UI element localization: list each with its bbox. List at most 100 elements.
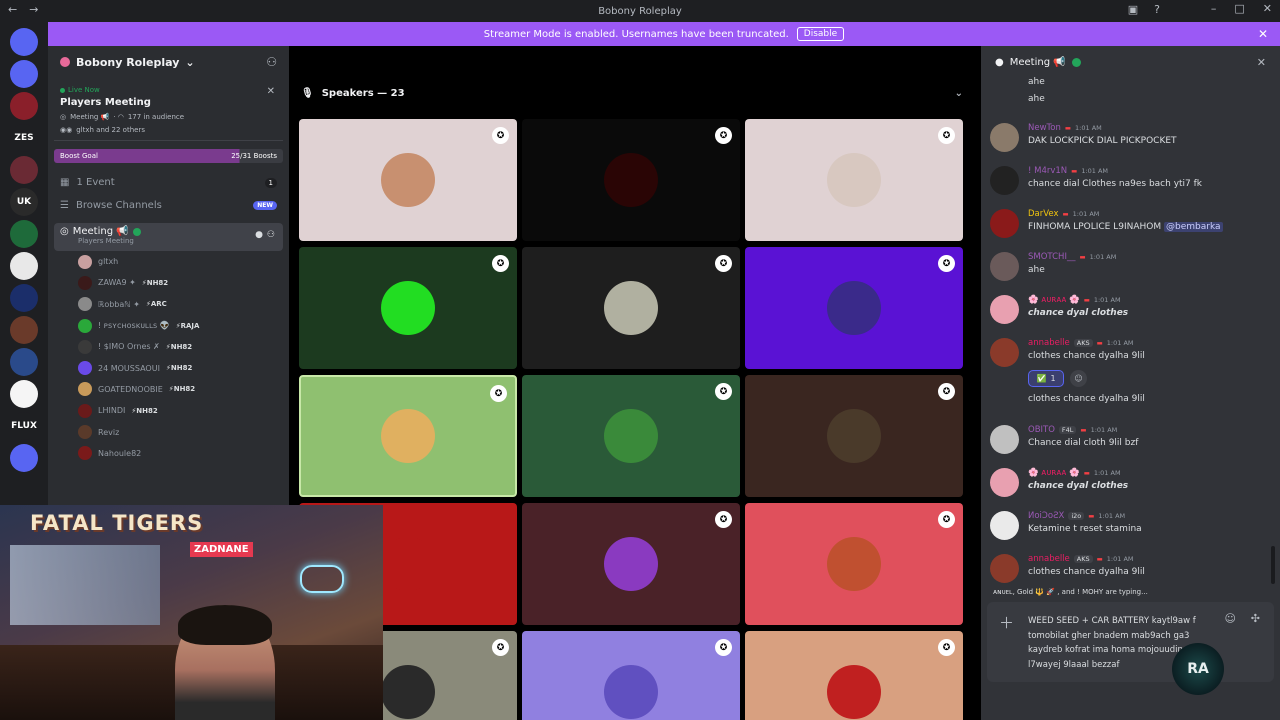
chat-bubble-icon[interactable]: ● bbox=[255, 230, 263, 240]
help-icon[interactable]: ? bbox=[1154, 3, 1160, 16]
user-mention[interactable]: @bembarka bbox=[1164, 222, 1223, 232]
message-author[interactable]: ИoiƆoƧX bbox=[1028, 511, 1064, 521]
server-icon[interactable] bbox=[10, 316, 38, 344]
close-chat-icon[interactable]: ✕ bbox=[1257, 56, 1266, 69]
avatar[interactable] bbox=[990, 166, 1019, 195]
avatar[interactable] bbox=[990, 554, 1019, 583]
browse-channels-row[interactable]: ☰ Browse Channels NEW bbox=[48, 194, 289, 217]
live-stage-card[interactable]: Live Now Players Meeting ◎ Meeting 📢 · ◠… bbox=[54, 80, 283, 141]
server-icon bbox=[60, 57, 70, 67]
message-author[interactable]: OBITO bbox=[1028, 425, 1055, 435]
message-author[interactable]: annabelle bbox=[1028, 554, 1070, 564]
server-icon[interactable] bbox=[10, 28, 38, 56]
avatar[interactable] bbox=[990, 209, 1019, 238]
message-author[interactable]: ! M4rv1N bbox=[1028, 166, 1067, 176]
clan-tag: ⚡NH82 bbox=[165, 342, 193, 351]
server-icon[interactable] bbox=[10, 284, 38, 312]
emoji-icon[interactable]: ☺ bbox=[1225, 612, 1236, 625]
invite-icon[interactable]: ⚇ bbox=[266, 55, 277, 69]
voice-user[interactable]: ! ᴘꜱʏᴄʜᴏꜱᴋᴜʟʟꜱ 👽 ⚡RAJA bbox=[48, 315, 289, 336]
server-icon[interactable] bbox=[10, 380, 38, 408]
message-author[interactable]: 🌸 ᴀᴜʀᴀᴀ 🌸 bbox=[1028, 468, 1080, 478]
avatar[interactable] bbox=[990, 511, 1019, 540]
speaker-tile[interactable]: ✪ bbox=[522, 119, 740, 241]
close-live-icon[interactable]: ✕ bbox=[267, 86, 275, 97]
speaker-tile[interactable]: ✪ bbox=[745, 247, 963, 369]
voice-user[interactable]: ZAWA9 ✦ ⚡NH82 bbox=[48, 272, 289, 293]
chevron-down-icon[interactable]: ⌄ bbox=[955, 88, 963, 99]
message-author[interactable]: NewTon bbox=[1028, 123, 1061, 133]
forward-arrow-icon[interactable]: → bbox=[29, 3, 38, 16]
server-icon[interactable]: FLUX bbox=[10, 412, 38, 440]
moderator-badge-icon: ✪ bbox=[938, 383, 955, 400]
message-author[interactable]: annabelle bbox=[1028, 338, 1070, 348]
message-text: chance dyal clothes bbox=[1028, 481, 1129, 491]
moderator-badge-icon: ✪ bbox=[492, 127, 509, 144]
message-author[interactable]: SMOTCHI__ bbox=[1028, 252, 1075, 262]
avatar[interactable] bbox=[990, 468, 1019, 497]
avatar[interactable] bbox=[990, 123, 1019, 152]
speaker-tile[interactable]: ✪ bbox=[522, 247, 740, 369]
speaker-tile[interactable]: ✪ bbox=[745, 503, 963, 625]
message-time: 1:01 AM bbox=[1072, 210, 1100, 218]
minimize-icon[interactable]: – bbox=[1211, 2, 1217, 15]
flag-icon: ▬ bbox=[1080, 426, 1087, 434]
speaker-tile[interactable]: ✪ bbox=[522, 503, 740, 625]
message-author[interactable]: DarVex bbox=[1028, 209, 1059, 219]
message-text: clothes chance dyalha 9lil bbox=[1028, 351, 1145, 361]
apps-icon[interactable]: ✣ bbox=[1251, 612, 1260, 625]
avatar[interactable] bbox=[990, 295, 1019, 324]
add-member-icon[interactable]: ⚇ bbox=[267, 230, 275, 240]
voice-user[interactable]: gltxh bbox=[48, 251, 289, 272]
avatar[interactable] bbox=[990, 338, 1019, 367]
message-author[interactable]: 🌸 ᴀᴜʀᴀᴀ 🌸 bbox=[1028, 295, 1080, 305]
attach-plus-icon[interactable]: ＋ bbox=[999, 612, 1014, 633]
close-banner-icon[interactable]: ✕ bbox=[1258, 27, 1268, 41]
speaker-avatar bbox=[604, 537, 658, 591]
avatar[interactable] bbox=[990, 425, 1019, 454]
add-reaction-icon[interactable]: ☺ bbox=[1070, 370, 1087, 387]
boost-goal-bar[interactable]: Boost Goal 25/31 Boosts bbox=[54, 149, 283, 163]
speaker-tile[interactable]: ✪ bbox=[745, 119, 963, 241]
inbox-icon[interactable]: ▣ bbox=[1128, 3, 1138, 16]
close-window-icon[interactable]: ✕ bbox=[1263, 2, 1272, 15]
disable-streamer-button[interactable]: Disable bbox=[796, 27, 845, 41]
reaction-count: 1 bbox=[1050, 374, 1056, 383]
speaker-tile[interactable]: ✪ bbox=[522, 631, 740, 720]
server-icon[interactable] bbox=[10, 92, 38, 120]
chat-scrollbar[interactable] bbox=[1271, 546, 1275, 584]
voice-user[interactable]: Nahoule82 bbox=[48, 443, 289, 464]
server-icon[interactable] bbox=[10, 60, 38, 88]
speaker-tile[interactable]: ✪ bbox=[299, 375, 517, 497]
server-icon[interactable] bbox=[10, 444, 38, 472]
server-header[interactable]: Bobony Roleplay ⌄ ⚇ bbox=[48, 46, 289, 78]
clan-tag: ⚡ARC bbox=[145, 300, 167, 309]
message-composer[interactable]: ＋ WEED SEED + CAR BATTERY kaytl9aw f tom… bbox=[987, 602, 1274, 682]
events-row[interactable]: ▦ 1 Event 1 bbox=[48, 171, 289, 194]
back-arrow-icon[interactable]: ← bbox=[8, 3, 17, 16]
speaker-tile[interactable]: ✪ bbox=[299, 247, 517, 369]
reaction-chip[interactable]: ✅ 1 bbox=[1028, 370, 1064, 387]
server-icon[interactable]: UK bbox=[10, 188, 38, 216]
speaker-tile[interactable]: ✪ bbox=[299, 119, 517, 241]
live-dot-icon bbox=[60, 87, 65, 93]
server-icon[interactable]: ZES bbox=[10, 124, 38, 152]
maximize-icon[interactable]: □ bbox=[1234, 2, 1244, 15]
avatar[interactable] bbox=[990, 252, 1019, 281]
speaker-tile[interactable]: ✪ bbox=[522, 375, 740, 497]
message-header: SMOTCHI__ ▬ 1:01 AM bbox=[1028, 252, 1116, 262]
microphone-icon: 🎙 bbox=[301, 88, 314, 99]
voice-user[interactable]: Reviz bbox=[48, 421, 289, 442]
speaker-tile[interactable]: ✪ bbox=[745, 631, 963, 720]
voice-user[interactable]: ! $IMO Ornes ✗ ⚡NH82 bbox=[48, 336, 289, 357]
server-icon[interactable] bbox=[10, 348, 38, 376]
voice-user[interactable]: ℝobbaℕ ✦ ⚡ARC bbox=[48, 294, 289, 315]
server-icon[interactable] bbox=[10, 156, 38, 184]
server-icon[interactable] bbox=[10, 220, 38, 248]
voice-user[interactable]: 24 MOUSSAOUI ⚡NH82 bbox=[48, 357, 289, 378]
voice-user[interactable]: LHINDI ⚡NH82 bbox=[48, 400, 289, 421]
speaker-tile[interactable]: ✪ bbox=[745, 375, 963, 497]
voice-channel-meeting[interactable]: ◎ Meeting 📢 Players Meeting ● ⚇ bbox=[54, 223, 283, 251]
voice-user[interactable]: GOATEDNOOBIE ⚡NH82 bbox=[48, 379, 289, 400]
server-icon[interactable] bbox=[10, 252, 38, 280]
